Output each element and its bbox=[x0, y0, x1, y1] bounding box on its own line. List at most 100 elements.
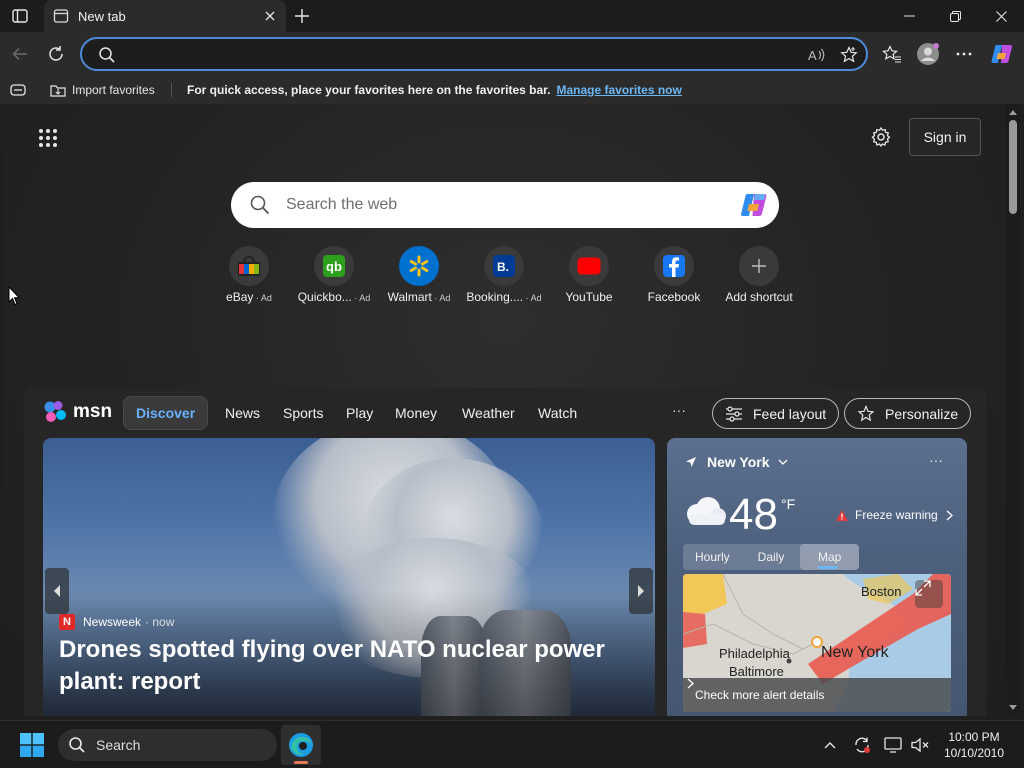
chevron-right-icon bbox=[946, 510, 953, 520]
refresh-button[interactable] bbox=[42, 40, 70, 68]
page-scrollbar[interactable] bbox=[1006, 104, 1020, 716]
favorites-button[interactable] bbox=[878, 40, 906, 68]
import-favorites-button[interactable]: Import favorites bbox=[50, 80, 155, 100]
msn-logo[interactable]: msn bbox=[44, 398, 112, 426]
display-button[interactable] bbox=[883, 735, 903, 755]
freeze-warning-link[interactable]: Freeze warning bbox=[835, 508, 959, 522]
sync-status-button[interactable] bbox=[852, 735, 872, 755]
scrollbar-thumb[interactable] bbox=[1009, 120, 1017, 214]
weather-location-button[interactable]: New York bbox=[685, 454, 798, 470]
close-window-button[interactable] bbox=[978, 0, 1024, 32]
address-input[interactable] bbox=[122, 45, 822, 65]
sidebar-toggle-button[interactable] bbox=[10, 80, 26, 100]
speaker-muted-icon bbox=[911, 737, 929, 753]
title-bar: New tab bbox=[0, 0, 1024, 32]
map-label-baltimore: Baltimore bbox=[729, 664, 784, 679]
more-dots-icon bbox=[956, 52, 972, 56]
tab-daily[interactable]: Daily bbox=[742, 544, 801, 570]
sign-in-button[interactable]: Sign in bbox=[909, 118, 981, 156]
back-button[interactable] bbox=[6, 40, 34, 68]
ad-badge: · Ad bbox=[351, 293, 371, 303]
shortcut-youtube[interactable]: YouTube bbox=[547, 246, 631, 304]
shortcut-label: eBay bbox=[226, 290, 254, 304]
check-alert-details-link[interactable]: Check more alert details bbox=[683, 678, 951, 712]
feed-layout-button[interactable]: Feed layout bbox=[712, 398, 840, 429]
add-shortcut-button[interactable]: Add shortcut bbox=[717, 246, 801, 304]
ad-badge: · Ad bbox=[523, 293, 542, 303]
app-launcher-button[interactable] bbox=[36, 126, 60, 150]
tab-actions-button[interactable] bbox=[8, 6, 32, 26]
restore-button[interactable] bbox=[932, 0, 978, 32]
minimize-button[interactable] bbox=[886, 0, 932, 32]
msn-feed: msn Discover News Sports Play Money Weat… bbox=[24, 388, 987, 716]
read-aloud-icon[interactable]: A bbox=[806, 44, 828, 66]
volume-button[interactable] bbox=[910, 735, 930, 755]
hero-prev-button[interactable] bbox=[45, 568, 69, 614]
svg-text:B.: B. bbox=[497, 260, 509, 274]
settings-more-button[interactable] bbox=[950, 40, 978, 68]
tab-watch[interactable]: Watch bbox=[538, 396, 577, 430]
expand-map-button[interactable] bbox=[915, 580, 943, 608]
tab-money[interactable]: Money bbox=[395, 396, 437, 430]
hero-news-card[interactable]: N Newsweek · now Drones spotted flying o… bbox=[43, 438, 655, 716]
tab-news[interactable]: News bbox=[225, 396, 260, 430]
tab-hourly[interactable]: Hourly bbox=[683, 544, 742, 570]
weather-more-button[interactable]: ··· bbox=[929, 452, 943, 468]
browser-tab[interactable]: New tab bbox=[44, 0, 286, 32]
map-label-new-york: New York bbox=[821, 644, 889, 661]
weather-map[interactable]: Boston Philadelphia Baltimore New York C… bbox=[683, 574, 951, 712]
youtube-icon bbox=[569, 246, 609, 286]
ad-badge: · Ad bbox=[253, 293, 272, 303]
shortcut-booking[interactable]: B. Booking.... · Ad bbox=[462, 246, 546, 304]
import-icon bbox=[50, 85, 66, 97]
show-hidden-icons-button[interactable] bbox=[820, 735, 840, 755]
copilot-button[interactable] bbox=[988, 40, 1016, 68]
profile-button[interactable] bbox=[914, 40, 942, 68]
new-tab-button[interactable] bbox=[290, 4, 314, 28]
facebook-icon bbox=[654, 246, 694, 286]
gear-icon bbox=[871, 127, 891, 147]
start-button[interactable] bbox=[20, 733, 44, 757]
tab-weather[interactable]: Weather bbox=[462, 396, 515, 430]
chevron-down-icon bbox=[778, 459, 787, 465]
shortcut-facebook[interactable]: Facebook bbox=[632, 246, 716, 304]
shortcut-walmart[interactable]: Walmart · Ad bbox=[377, 246, 461, 304]
chevron-up-icon bbox=[824, 742, 836, 749]
copilot-icon[interactable] bbox=[739, 192, 769, 218]
app-grid-icon bbox=[39, 129, 57, 147]
hero-next-button[interactable] bbox=[629, 568, 653, 614]
taskbar-clock[interactable]: 10:00 PM 10/10/2010 bbox=[934, 729, 1014, 761]
edge-taskbar-button[interactable] bbox=[281, 725, 321, 765]
personalize-button[interactable]: Personalize bbox=[844, 398, 972, 429]
tab-discover[interactable]: Discover bbox=[123, 396, 209, 430]
plus-icon bbox=[295, 9, 309, 23]
address-bar[interactable]: A bbox=[80, 37, 868, 71]
cloudy-icon bbox=[681, 496, 727, 526]
shortcut-quickbooks[interactable]: qb Quickbo... · Ad bbox=[292, 246, 376, 304]
copilot-icon bbox=[991, 45, 1013, 63]
close-tab-icon[interactable] bbox=[258, 4, 282, 28]
sliders-icon bbox=[726, 405, 742, 422]
web-search-box[interactable] bbox=[231, 182, 779, 228]
tab-title: New tab bbox=[78, 8, 126, 24]
headline[interactable]: Drones spotted flying over NATO nuclear … bbox=[59, 634, 619, 698]
nav-more-button[interactable]: ··· bbox=[672, 402, 686, 418]
tab-sports[interactable]: Sports bbox=[283, 396, 323, 430]
tab-play[interactable]: Play bbox=[346, 396, 373, 430]
svg-text:A: A bbox=[808, 48, 817, 63]
manage-favorites-link[interactable]: Manage favorites now bbox=[556, 83, 681, 97]
ad-badge: · Ad bbox=[431, 293, 451, 303]
shortcut-label: Booking.... bbox=[466, 290, 524, 304]
taskbar-search-label: Search bbox=[96, 737, 141, 753]
browser-toolbar: A bbox=[0, 32, 1024, 76]
page-settings-button[interactable] bbox=[868, 124, 894, 150]
taskbar-search[interactable]: Search bbox=[58, 729, 277, 761]
add-favorite-star-icon[interactable] bbox=[838, 44, 860, 66]
close-icon bbox=[995, 10, 1007, 22]
favorites-icon bbox=[882, 45, 901, 63]
web-search-input[interactable] bbox=[286, 195, 726, 215]
refresh-icon bbox=[49, 46, 63, 61]
shortcut-ebay[interactable]: eBay · Ad bbox=[207, 246, 291, 304]
tab-map[interactable]: Map bbox=[800, 544, 860, 570]
new-tab-page-icon bbox=[53, 8, 69, 24]
